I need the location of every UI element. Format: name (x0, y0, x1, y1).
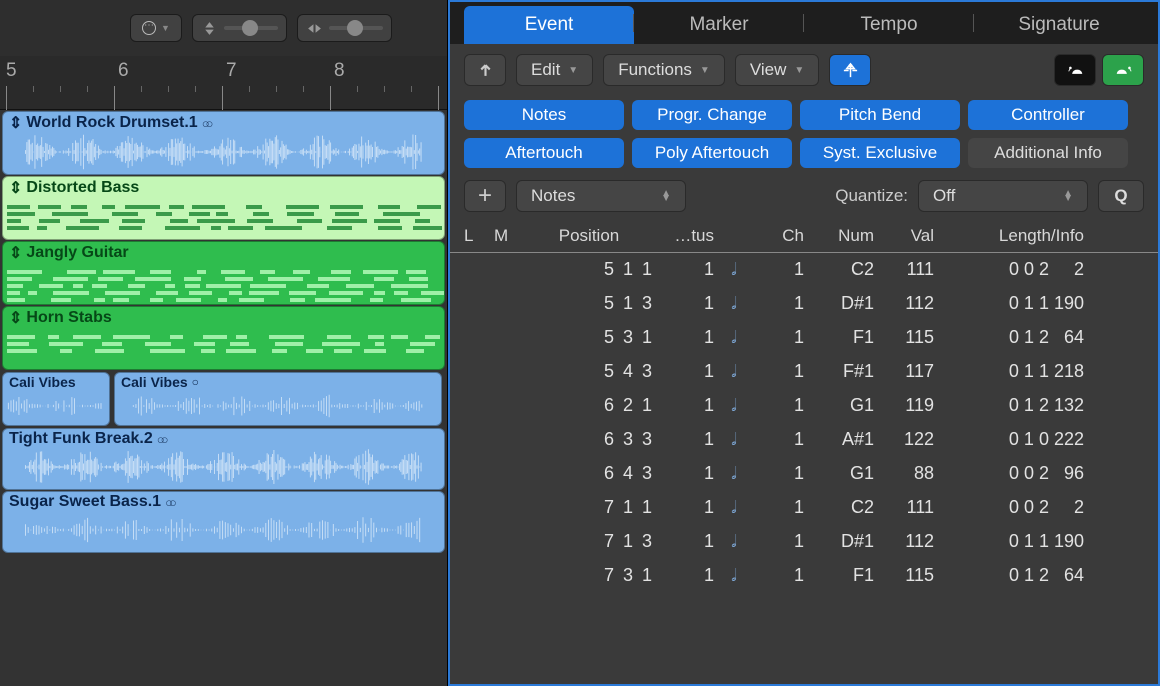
region-label: Tight Funk Break.2 (9, 430, 153, 448)
region-cali-vibes-1[interactable]: Cali Vibes (2, 372, 110, 426)
parent-level-button[interactable] (464, 54, 506, 86)
horizontal-zoom-slider[interactable] (297, 14, 392, 42)
event-list-panel: EventMarkerTempoSignature Edit▼ Function… (448, 0, 1160, 686)
arrange-panel: ▼ 5678 ⇕World Rock Drumset.1 ○○ ⇕Distort… (0, 0, 448, 686)
event-type-filters: Notes Progr. Change Pitch Bend Controller Af… (450, 96, 1158, 172)
event-toolbar: Edit▼ Functions▼ View▼ (450, 44, 1158, 96)
quantize-dropdown[interactable]: Off▲▼ (918, 180, 1088, 212)
table-row[interactable]: 5 1 11𝅗𝅥1C21110 0 2 2 (450, 253, 1158, 287)
chip-poly-aftertouch[interactable]: Poly Aftertouch (632, 138, 792, 168)
table-row[interactable]: 6 3 31𝅗𝅥1A#11220 1 0 222 (450, 423, 1158, 457)
palette-outbound-button[interactable] (1054, 54, 1096, 86)
table-row[interactable]: 5 4 31𝅗𝅥1F#11170 1 1 218 (450, 355, 1158, 389)
region-cali-vibes-2[interactable]: Cali Vibes ○ (114, 372, 442, 426)
table-row[interactable]: 7 1 31𝅗𝅥1D#11120 1 1 190 (450, 525, 1158, 559)
chip-pitch-bend[interactable]: Pitch Bend (800, 100, 960, 130)
event-kind-dropdown[interactable]: Notes▲▼ (516, 180, 686, 212)
table-row[interactable]: 6 4 31𝅗𝅥1G1880 0 2 96 (450, 457, 1158, 491)
region-options-button[interactable]: ▼ (130, 14, 182, 42)
region-label: Cali Vibes (9, 374, 76, 390)
tab-event[interactable]: Event (464, 6, 634, 44)
editor-tabs: EventMarkerTempoSignature (450, 2, 1158, 44)
edit-menu[interactable]: Edit▼ (516, 54, 593, 86)
view-menu[interactable]: View▼ (735, 54, 819, 86)
catch-playhead-button[interactable] (829, 54, 871, 86)
track-regions[interactable]: ⇕World Rock Drumset.1 ○○ ⇕Distorted Bass… (0, 110, 447, 686)
drag-icon: ⇕ (9, 243, 22, 263)
chip-syst-exclusive[interactable]: Syst. Exclusive (800, 138, 960, 168)
quantize-label: Quantize: (835, 186, 908, 206)
region-label: Cali Vibes (121, 374, 188, 390)
region-sugar-sweet-bass[interactable]: Sugar Sweet Bass.1 ○○ (2, 491, 445, 553)
loop-icon: ○○ (165, 495, 173, 510)
drag-icon: ⇕ (9, 113, 22, 133)
table-row[interactable]: 5 1 31𝅗𝅥1D#11120 1 1 190 (450, 287, 1158, 321)
tab-marker[interactable]: Marker (634, 6, 804, 44)
loop-icon: ○○ (157, 432, 165, 447)
chip-notes[interactable]: Notes (464, 100, 624, 130)
chip-progr-change[interactable]: Progr. Change (632, 100, 792, 130)
region-tight-funk-break[interactable]: Tight Funk Break.2 ○○ (2, 428, 445, 490)
region-label: Distorted Bass (26, 179, 139, 197)
event-table[interactable]: L M Position …tus Ch Num Val Length/Info… (450, 220, 1158, 684)
vertical-zoom-slider[interactable] (192, 14, 287, 42)
palette-inbound-button[interactable] (1102, 54, 1144, 86)
add-event-row: + Notes▲▼ Quantize: Off▲▼ Q (450, 172, 1158, 220)
region-drums[interactable]: ⇕World Rock Drumset.1 ○○ (2, 111, 445, 175)
table-row[interactable]: 7 1 11𝅗𝅥1C21110 0 2 2 (450, 491, 1158, 525)
table-row[interactable]: 6 2 11𝅗𝅥1G11190 1 2 132 (450, 389, 1158, 423)
table-row[interactable]: 5 3 11𝅗𝅥1F11150 1 2 64 (450, 321, 1158, 355)
tab-signature[interactable]: Signature (974, 6, 1144, 44)
chip-controller[interactable]: Controller (968, 100, 1128, 130)
region-horn-stabs[interactable]: ⇕Horn Stabs (2, 306, 445, 370)
chip-additional-info[interactable]: Additional Info (968, 138, 1128, 168)
table-header: L M Position …tus Ch Num Val Length/Info (450, 220, 1158, 253)
zoom-controls: ▼ (0, 0, 447, 56)
loop-icon: ○○ (202, 116, 210, 131)
region-label: Horn Stabs (26, 309, 111, 327)
region-label: Sugar Sweet Bass.1 (9, 493, 161, 511)
chip-aftertouch[interactable]: Aftertouch (464, 138, 624, 168)
tab-tempo[interactable]: Tempo (804, 6, 974, 44)
drag-icon: ⇕ (9, 178, 22, 198)
region-jangly-guitar[interactable]: ⇕Jangly Guitar (2, 241, 445, 305)
region-label: World Rock Drumset.1 (26, 114, 197, 132)
table-row[interactable]: 7 3 11𝅗𝅥1F11150 1 2 64 (450, 559, 1158, 593)
add-event-button[interactable]: + (464, 180, 506, 212)
functions-menu[interactable]: Functions▼ (603, 54, 725, 86)
bar-ruler[interactable]: 5678 (0, 56, 447, 110)
loop-icon: ○ (192, 375, 199, 389)
drag-icon: ⇕ (9, 308, 22, 328)
quantize-apply-button[interactable]: Q (1098, 180, 1144, 212)
region-label: Jangly Guitar (26, 244, 128, 262)
region-distorted-bass[interactable]: ⇕Distorted Bass (2, 176, 445, 240)
